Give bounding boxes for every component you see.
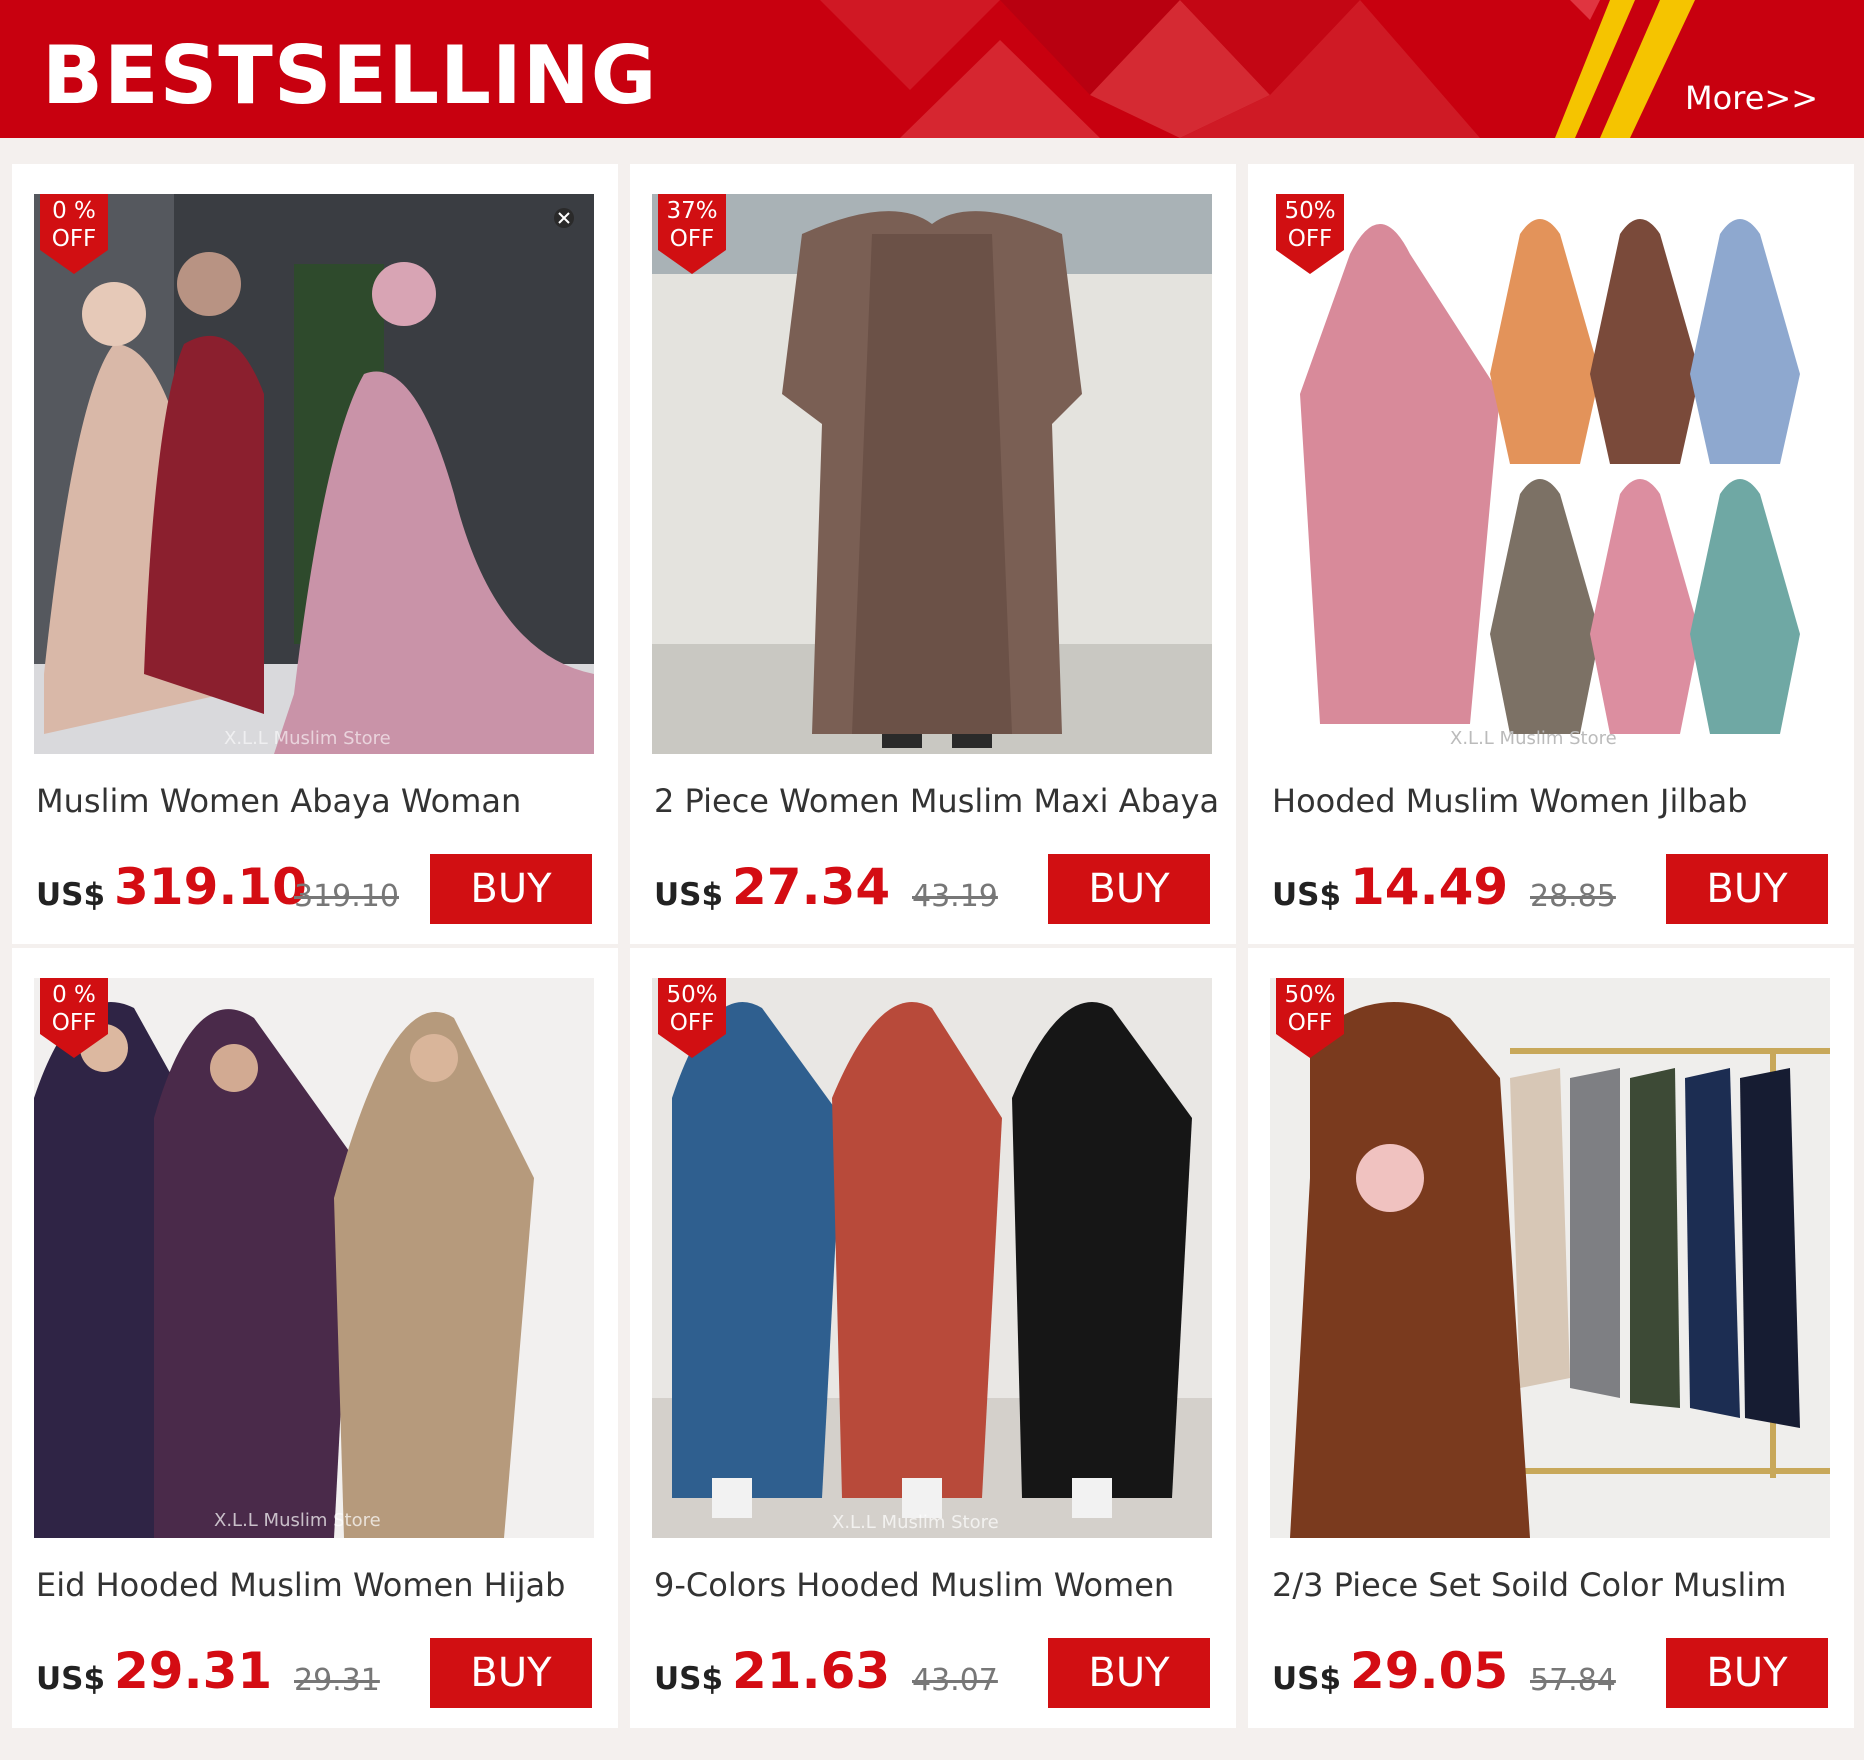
watermark-text: X.L.L Muslim Store: [224, 728, 391, 749]
price-row: US$ 319.10 319.10: [36, 854, 399, 924]
sale-price: 29.31: [114, 1642, 273, 1700]
sale-price: 21.63: [732, 1642, 891, 1700]
discount-off-label: OFF: [1287, 1010, 1333, 1036]
original-price: 57.84: [1530, 1663, 1616, 1698]
sale-price: 29.05: [1350, 1642, 1509, 1700]
product-title[interactable]: Eid Hooded Muslim Women Hijab: [36, 1566, 606, 1604]
product-image[interactable]: 50% OFF: [1270, 978, 1830, 1538]
product-title[interactable]: 2/3 Piece Set Soild Color Muslim: [1272, 1566, 1842, 1604]
close-icon[interactable]: [554, 208, 574, 228]
product-card[interactable]: 50% OFF 2/3 Piece Set Soild Color Muslim…: [1248, 948, 1854, 1728]
discount-badge: 50% OFF: [1270, 978, 1350, 1058]
product-card[interactable]: X.L.L Muslim Store 50% OFF Hooded Muslim…: [1248, 164, 1854, 944]
discount-off-label: OFF: [669, 226, 715, 252]
original-price: 28.85: [1530, 879, 1616, 914]
product-image[interactable]: X.L.L Muslim Store 50% OFF: [652, 978, 1212, 1538]
product-title[interactable]: 9-Colors Hooded Muslim Women: [654, 1566, 1224, 1604]
discount-badge: 0 % OFF: [34, 194, 114, 274]
sale-price: 319.10: [114, 858, 307, 916]
price-row: US$ 29.31 29.31: [36, 1638, 396, 1708]
currency-label: US$: [1272, 877, 1342, 913]
watermark-text: X.L.L Muslim Store: [1450, 728, 1617, 749]
discount-percent: 50%: [666, 982, 718, 1008]
discount-off-label: OFF: [669, 1010, 715, 1036]
product-image[interactable]: 37% OFF: [652, 194, 1212, 754]
discount-percent: 37%: [666, 198, 718, 224]
currency-label: US$: [36, 877, 106, 913]
product-image[interactable]: X.L.L Muslim Store 0 % OFF: [34, 978, 594, 1538]
original-price: 29.31: [294, 1663, 380, 1698]
product-card[interactable]: X.L.L Muslim Store 0 % OFF Eid Hooded Mu…: [12, 948, 618, 1728]
buy-button[interactable]: BUY: [1048, 854, 1210, 924]
banner-title: BESTSELLING: [42, 29, 658, 122]
product-title[interactable]: Hooded Muslim Women Jilbab: [1272, 782, 1842, 820]
buy-button[interactable]: BUY: [430, 1638, 592, 1708]
buy-button[interactable]: BUY: [1666, 1638, 1828, 1708]
currency-label: US$: [36, 1661, 106, 1697]
product-card[interactable]: X.L.L Muslim Store 0 % OFF Muslim Women …: [12, 164, 618, 944]
product-title[interactable]: Muslim Women Abaya Woman: [36, 782, 606, 820]
currency-label: US$: [1272, 1661, 1342, 1697]
discount-badge: 50% OFF: [1270, 194, 1350, 274]
discount-badge: 37% OFF: [652, 194, 732, 274]
original-price: 43.07: [912, 1663, 998, 1698]
buy-button[interactable]: BUY: [1666, 854, 1828, 924]
product-card[interactable]: 37% OFF 2 Piece Women Muslim Maxi Abaya …: [630, 164, 1236, 944]
product-card[interactable]: X.L.L Muslim Store 50% OFF 9-Colors Hood…: [630, 948, 1236, 1728]
price-row: US$ 29.05 57.84: [1272, 1638, 1632, 1708]
currency-label: US$: [654, 1661, 724, 1697]
more-link[interactable]: More>>: [1685, 82, 1818, 114]
price-row: US$ 14.49 28.85: [1272, 854, 1632, 924]
discount-off-label: OFF: [51, 1010, 97, 1036]
watermark-text: X.L.L Muslim Store: [214, 1510, 381, 1531]
discount-percent: 0 %: [52, 982, 96, 1008]
original-price: 43.19: [912, 879, 998, 914]
price-row: US$ 21.63 43.07: [654, 1638, 1014, 1708]
discount-percent: 0 %: [52, 198, 96, 224]
bestselling-banner: BESTSELLING More>>: [0, 0, 1864, 138]
product-title[interactable]: 2 Piece Women Muslim Maxi Abaya: [654, 782, 1224, 820]
discount-badge: 50% OFF: [652, 978, 732, 1058]
price-row: US$ 27.34 43.19: [654, 854, 1014, 924]
buy-button[interactable]: BUY: [1048, 1638, 1210, 1708]
sale-price: 27.34: [732, 858, 891, 916]
product-image[interactable]: X.L.L Muslim Store 0 % OFF: [34, 194, 594, 754]
buy-button[interactable]: BUY: [430, 854, 592, 924]
watermark-text: X.L.L Muslim Store: [832, 1512, 999, 1533]
discount-badge: 0 % OFF: [34, 978, 114, 1058]
currency-label: US$: [654, 877, 724, 913]
original-price: 319.10: [294, 879, 399, 914]
discount-percent: 50%: [1284, 198, 1336, 224]
discount-off-label: OFF: [1287, 226, 1333, 252]
discount-percent: 50%: [1284, 982, 1336, 1008]
product-image[interactable]: X.L.L Muslim Store 50% OFF: [1270, 194, 1830, 754]
sale-price: 14.49: [1350, 858, 1509, 916]
discount-off-label: OFF: [51, 226, 97, 252]
